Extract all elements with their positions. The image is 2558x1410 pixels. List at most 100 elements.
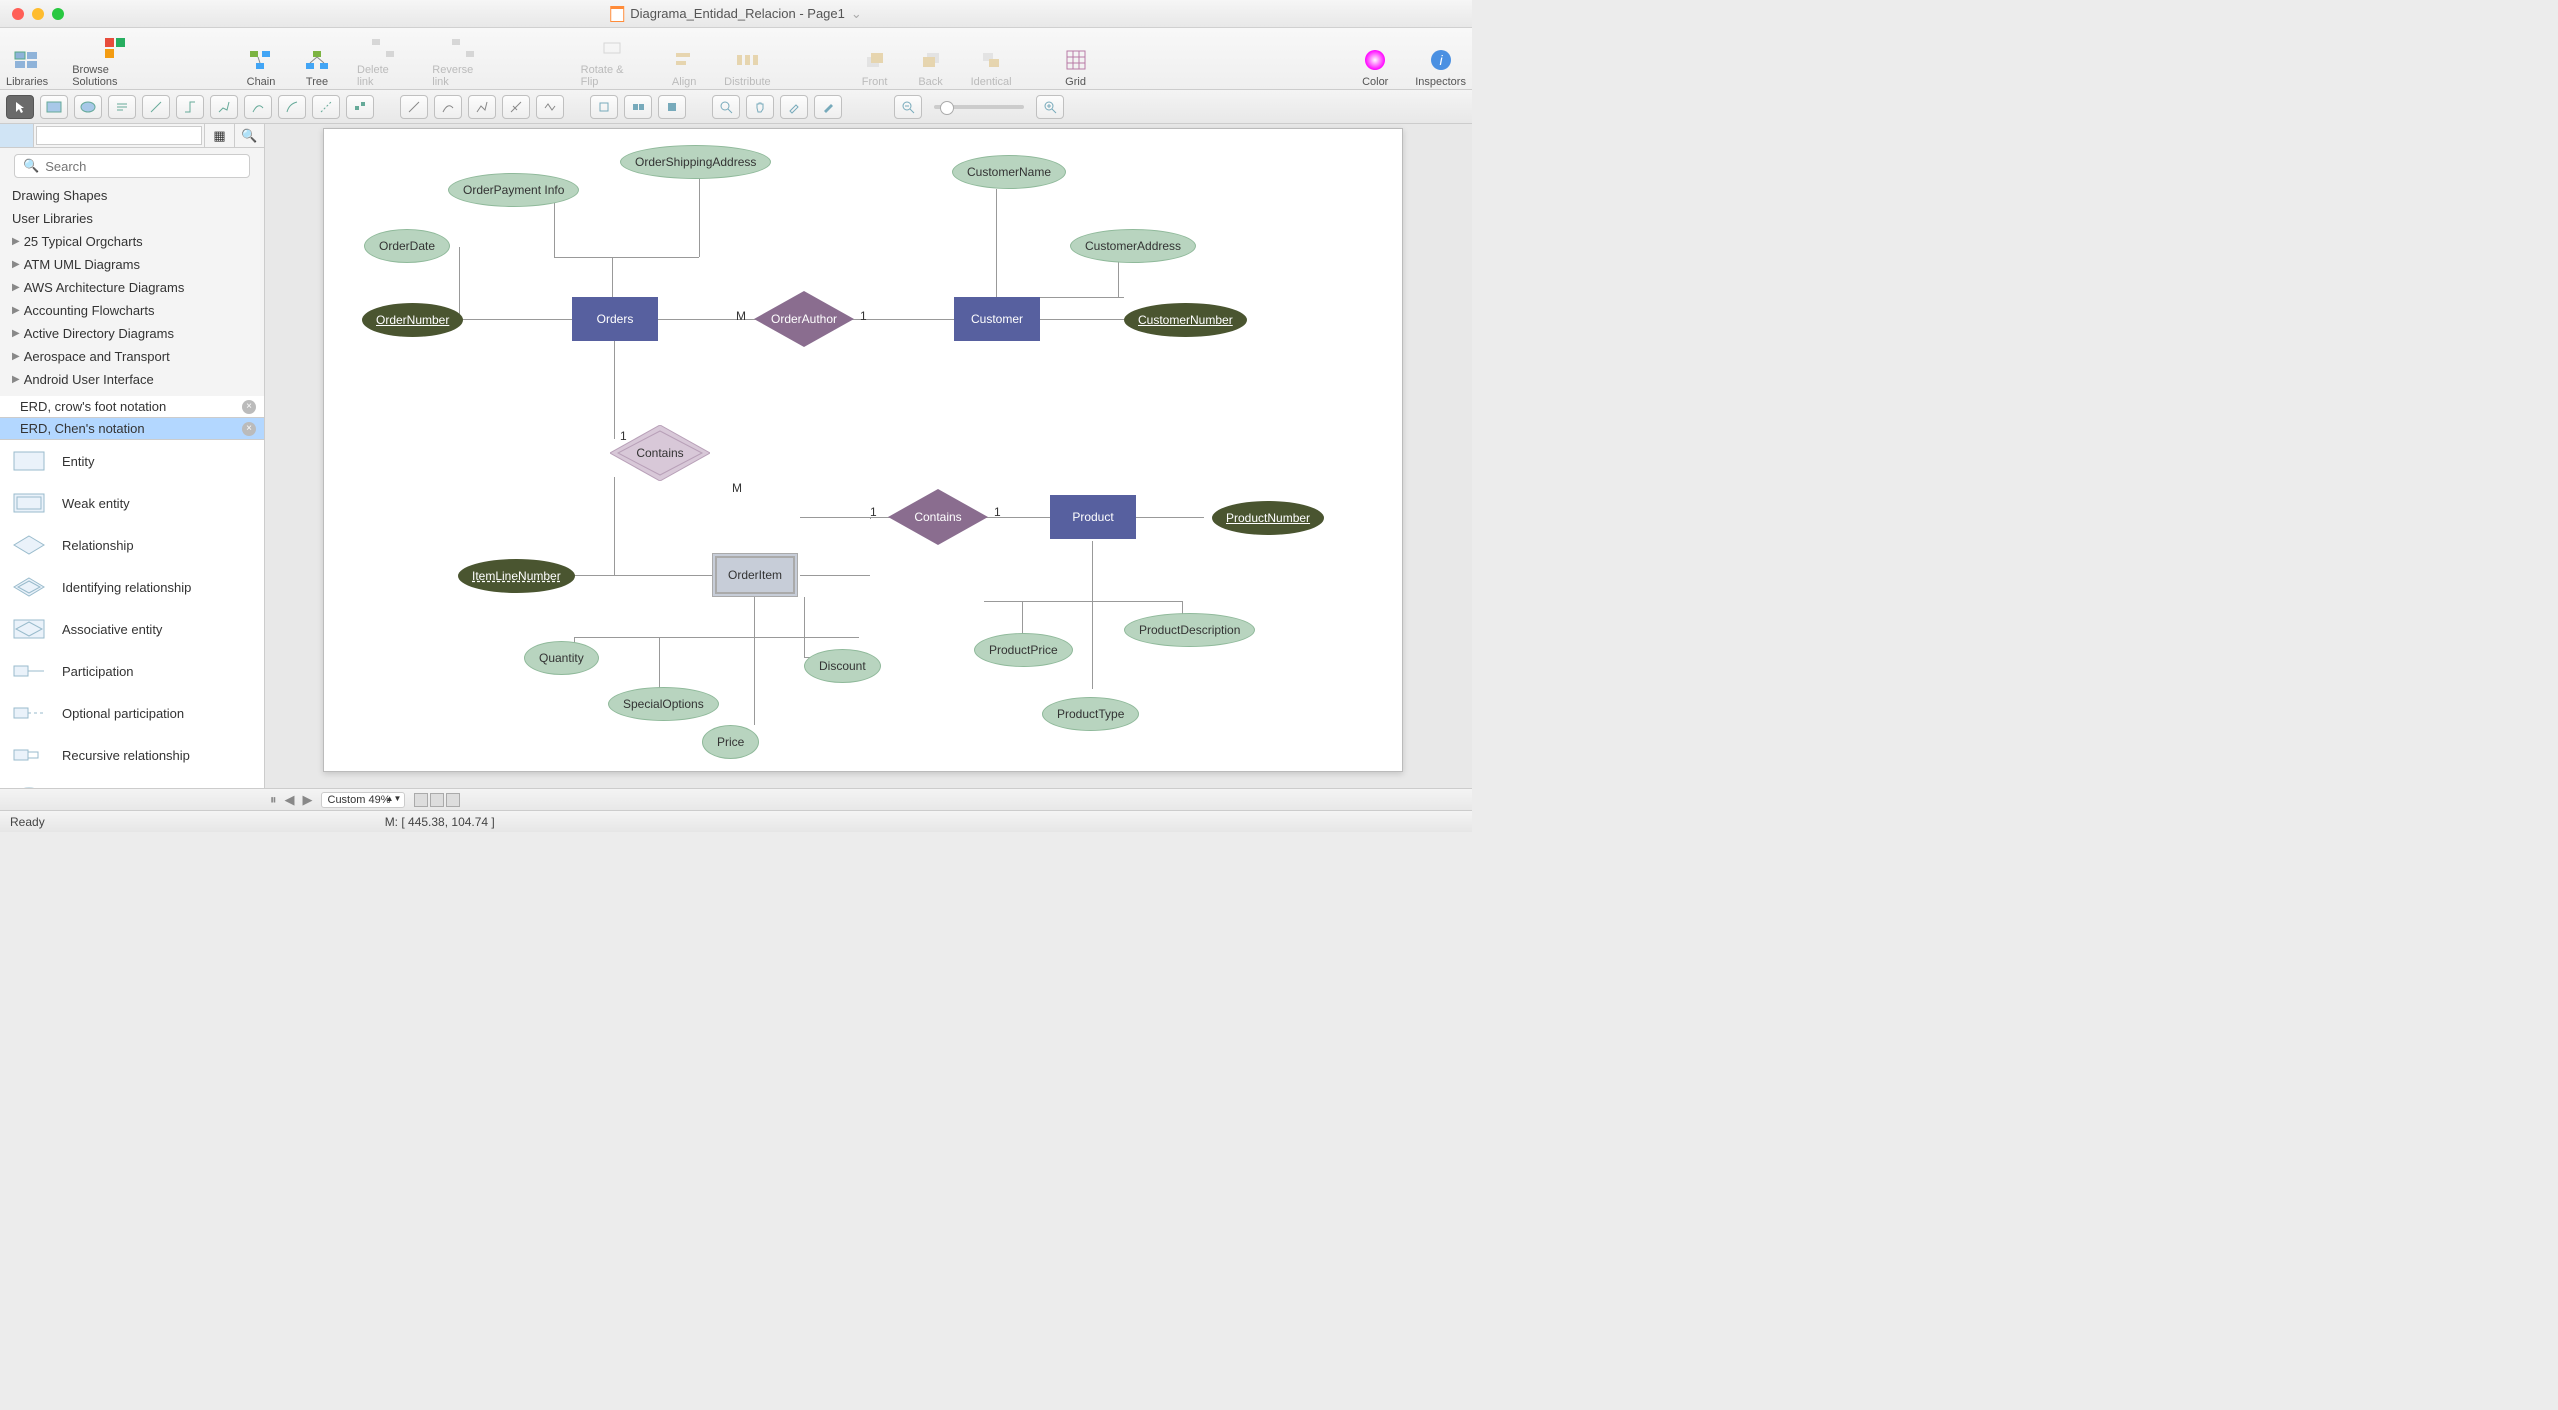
- close-icon[interactable]: [12, 8, 24, 20]
- lib-active-directory[interactable]: ▶Active Directory Diagrams: [0, 322, 264, 345]
- lib-atm-uml[interactable]: ▶ATM UML Diagrams: [0, 253, 264, 276]
- inspectors-button[interactable]: i Inspectors: [1415, 30, 1466, 88]
- connector-5[interactable]: [278, 95, 306, 119]
- attr-product-type[interactable]: ProductType: [1042, 697, 1139, 731]
- attr-order-shipping[interactable]: OrderShippingAddress: [620, 145, 771, 179]
- attr-product-description[interactable]: ProductDescription: [1124, 613, 1255, 647]
- status-coords: M: [ 445.38, 104.74 ]: [385, 815, 495, 829]
- attr-customer-address[interactable]: CustomerAddress: [1070, 229, 1196, 263]
- attr-product-number[interactable]: ProductNumber: [1212, 501, 1324, 535]
- attr-special-options[interactable]: SpecialOptions: [608, 687, 719, 721]
- attr-item-line-number[interactable]: ItemLineNumber: [458, 559, 575, 593]
- shape-attribute[interactable]: Attribute: [0, 776, 264, 788]
- eyedropper-tool[interactable]: [780, 95, 808, 119]
- zoom-slider[interactable]: [934, 105, 1024, 109]
- rect-tool[interactable]: [40, 95, 68, 119]
- shape-entity[interactable]: Entity: [0, 440, 264, 482]
- lib-drawing-shapes[interactable]: Drawing Shapes: [0, 184, 264, 207]
- tree-button[interactable]: Tree: [301, 30, 333, 88]
- sidebar-filter[interactable]: [36, 126, 202, 145]
- color-button[interactable]: Color: [1359, 30, 1391, 88]
- zoom-in-button[interactable]: [1036, 95, 1064, 119]
- close-icon[interactable]: ×: [242, 422, 256, 436]
- shape-relationship[interactable]: Relationship: [0, 524, 264, 566]
- grid-view-icon[interactable]: ▦: [204, 124, 234, 147]
- browse-solutions-button[interactable]: Browse Solutions: [72, 30, 157, 88]
- search-icon[interactable]: 🔍: [234, 124, 264, 147]
- pause-icon[interactable]: ⏸: [270, 792, 277, 808]
- zoom-out-button[interactable]: [894, 95, 922, 119]
- bottom-bar: ⏸ ◀ ▶ Custom 49%▲▼: [0, 788, 1472, 810]
- shape-associative-entity[interactable]: Associative entity: [0, 608, 264, 650]
- maximize-icon[interactable]: [52, 8, 64, 20]
- lib-android[interactable]: ▶Android User Interface: [0, 368, 264, 391]
- canvas[interactable]: OrderNumber OrderDate OrderPayment Info …: [265, 124, 1472, 788]
- attr-product-price[interactable]: ProductPrice: [974, 633, 1073, 667]
- line-tool-2[interactable]: [434, 95, 462, 119]
- shape-participation[interactable]: Participation: [0, 650, 264, 692]
- tab-crow-foot[interactable]: ERD, crow's foot notation ×: [0, 396, 264, 418]
- grid-button[interactable]: Grid: [1060, 30, 1092, 88]
- snap-2[interactable]: [624, 95, 652, 119]
- line-tool-5[interactable]: [536, 95, 564, 119]
- pencil-tool[interactable]: [814, 95, 842, 119]
- shape-identifying-relationship[interactable]: Identifying relationship: [0, 566, 264, 608]
- chain-button[interactable]: Chain: [245, 30, 277, 88]
- sidebar: ▦ 🔍 🔍 Drawing Shapes User Libraries ▶25 …: [0, 124, 265, 788]
- attr-order-payment[interactable]: OrderPayment Info: [448, 173, 579, 207]
- zoom-tool[interactable]: [712, 95, 740, 119]
- text-tool[interactable]: [108, 95, 136, 119]
- rotate-flip-button: Rotate & Flip: [581, 30, 645, 88]
- rel-contains-2[interactable]: Contains: [888, 489, 988, 545]
- entity-product[interactable]: Product: [1050, 495, 1136, 539]
- shape-weak-entity[interactable]: Weak entity: [0, 482, 264, 524]
- shape-recursive-relationship[interactable]: Recursive relationship: [0, 734, 264, 776]
- page[interactable]: OrderNumber OrderDate OrderPayment Info …: [323, 128, 1403, 772]
- lib-user-libraries[interactable]: User Libraries: [0, 207, 264, 230]
- attr-customer-number[interactable]: CustomerNumber: [1124, 303, 1247, 337]
- shape-optional-participation[interactable]: Optional participation: [0, 692, 264, 734]
- connector-6[interactable]: [312, 95, 340, 119]
- cardinality-1: 1: [860, 309, 867, 323]
- prev-page-icon[interactable]: ◀: [285, 792, 295, 808]
- close-icon[interactable]: ×: [242, 400, 256, 414]
- pointer-tool[interactable]: [6, 95, 34, 119]
- snap-3[interactable]: [658, 95, 686, 119]
- hand-tool[interactable]: [746, 95, 774, 119]
- line-tool-4[interactable]: [502, 95, 530, 119]
- lib-aerospace[interactable]: ▶Aerospace and Transport: [0, 345, 264, 368]
- connector-4[interactable]: [244, 95, 272, 119]
- chevron-down-icon[interactable]: ⌄: [851, 6, 862, 22]
- connector-2[interactable]: [176, 95, 204, 119]
- library-list[interactable]: Drawing Shapes User Libraries ▶25 Typica…: [0, 184, 264, 396]
- distribute-button: Distribute: [724, 30, 770, 88]
- rel-order-author[interactable]: OrderAuthor: [754, 291, 854, 347]
- sidebar-mode-icon[interactable]: [0, 124, 34, 147]
- connector-3[interactable]: [210, 95, 238, 119]
- minimize-icon[interactable]: [32, 8, 44, 20]
- connector-7[interactable]: [346, 95, 374, 119]
- attr-quantity[interactable]: Quantity: [524, 641, 599, 675]
- line-tool-1[interactable]: [400, 95, 428, 119]
- entity-orders[interactable]: Orders: [572, 297, 658, 341]
- search-input[interactable]: 🔍: [14, 154, 250, 178]
- ellipse-tool[interactable]: [74, 95, 102, 119]
- next-page-icon[interactable]: ▶: [303, 792, 313, 808]
- lib-orgcharts[interactable]: ▶25 Typical Orgcharts: [0, 230, 264, 253]
- connector-1[interactable]: [142, 95, 170, 119]
- lib-accounting[interactable]: ▶Accounting Flowcharts: [0, 299, 264, 322]
- entity-customer[interactable]: Customer: [954, 297, 1040, 341]
- lib-aws[interactable]: ▶AWS Architecture Diagrams: [0, 276, 264, 299]
- snap-1[interactable]: [590, 95, 618, 119]
- tab-chen[interactable]: ERD, Chen's notation ×: [0, 418, 264, 440]
- attr-price[interactable]: Price: [702, 725, 759, 759]
- attr-customer-name[interactable]: CustomerName: [952, 155, 1066, 189]
- zoom-select[interactable]: Custom 49%▲▼: [321, 792, 406, 808]
- attr-discount[interactable]: Discount: [804, 649, 881, 683]
- entity-order-item[interactable]: OrderItem: [712, 553, 798, 597]
- libraries-button[interactable]: Libraries: [6, 30, 48, 88]
- page-tabs[interactable]: [413, 793, 461, 807]
- attr-order-date[interactable]: OrderDate: [364, 229, 450, 263]
- attr-order-number[interactable]: OrderNumber: [362, 303, 463, 337]
- line-tool-3[interactable]: [468, 95, 496, 119]
